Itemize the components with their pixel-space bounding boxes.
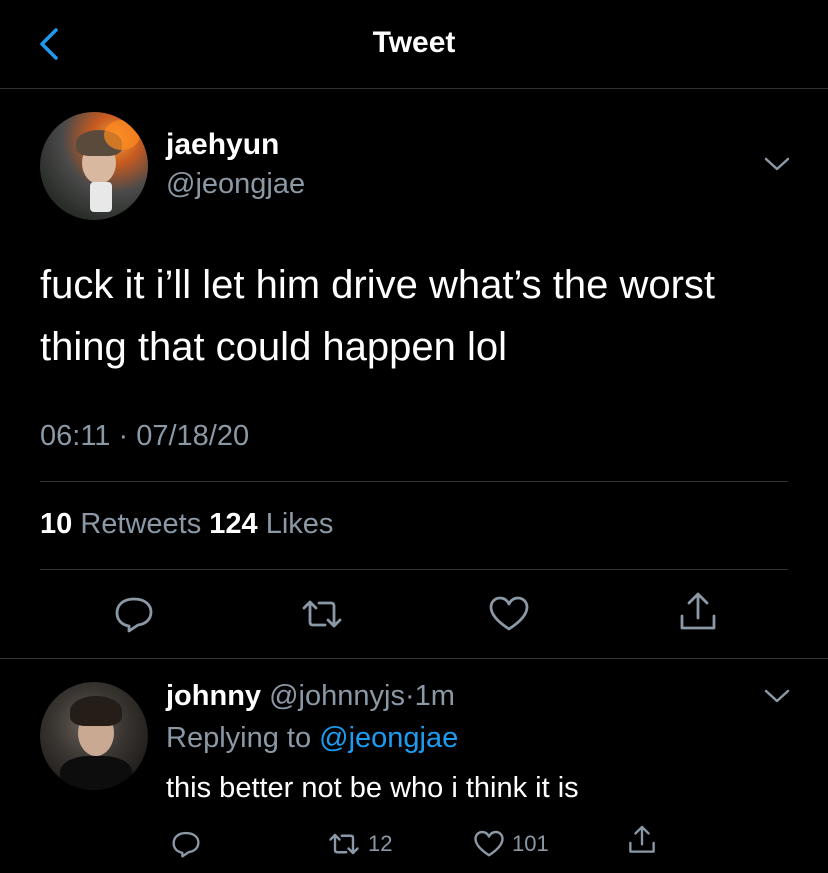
reply-retweet-button[interactable]: 12	[326, 828, 392, 860]
replying-mention-link[interactable]: @jeongjae	[319, 722, 458, 754]
reply-button[interactable]	[112, 594, 156, 639]
heart-icon	[474, 830, 504, 857]
reply-like-button[interactable]: 101	[472, 828, 549, 860]
tweet-text-line: fuck it i’ll let him drive what’s the wo…	[40, 263, 716, 307]
chevron-down-icon	[764, 689, 790, 703]
reply-retweet-count: 12	[368, 831, 393, 856]
heart-icon	[489, 596, 529, 631]
top-bar: Tweet	[0, 0, 828, 89]
reply-share-button[interactable]	[626, 824, 658, 856]
reply-separator: ·	[404, 680, 415, 712]
replying-to: Replying to @jeongjae	[166, 722, 458, 755]
tweet-text: fuck it i’ll let him drive what’s the wo…	[40, 254, 800, 378]
reply-text: this better not be who i think it is	[166, 772, 579, 804]
retweet-icon	[302, 600, 342, 628]
author-handle[interactable]: @jeongjae	[166, 168, 305, 201]
chevron-down-icon	[764, 157, 790, 171]
likes-count: 124	[209, 508, 258, 540]
reply-handle[interactable]: @johnnyjs	[269, 680, 405, 712]
tweet-stats: 10 Retweets 124 Likes	[40, 508, 333, 541]
author-avatar[interactable]	[40, 112, 148, 220]
tweet-text-line: thing that could happen lol	[40, 325, 508, 369]
reply-like-count: 101	[512, 831, 549, 856]
replying-prefix: Replying to	[166, 722, 312, 754]
share-icon	[680, 592, 716, 630]
reply-time[interactable]: 1m	[415, 680, 455, 712]
like-button[interactable]	[487, 594, 531, 639]
author-display-name[interactable]: jaehyun	[166, 128, 279, 162]
share-button[interactable]	[676, 590, 720, 639]
tweet-options-button[interactable]	[762, 154, 792, 174]
retweet-icon	[329, 833, 359, 855]
retweet-button[interactable]	[298, 594, 346, 639]
reply-icon	[172, 831, 200, 858]
retweets-stat[interactable]: 10 Retweets	[40, 508, 201, 540]
page-title: Tweet	[372, 26, 456, 59]
reply-display-name[interactable]: johnny	[166, 680, 261, 712]
reply-reply-button[interactable]	[170, 828, 202, 860]
retweets-label: Retweets	[80, 508, 202, 540]
likes-stat[interactable]: 124 Likes	[209, 508, 333, 540]
reply-author-avatar[interactable]	[40, 682, 148, 790]
likes-label: Likes	[265, 508, 334, 540]
share-icon	[629, 825, 655, 853]
retweets-count: 10	[40, 508, 73, 540]
divider	[40, 481, 788, 482]
reply-icon	[115, 597, 153, 633]
divider	[40, 569, 788, 570]
tweet-timestamp[interactable]: 06:11 · 07/18/20	[40, 420, 249, 453]
reply-header: johnny @johnnyjs·1m	[166, 680, 455, 713]
reply-options-button[interactable]	[762, 686, 792, 706]
divider	[0, 658, 828, 659]
